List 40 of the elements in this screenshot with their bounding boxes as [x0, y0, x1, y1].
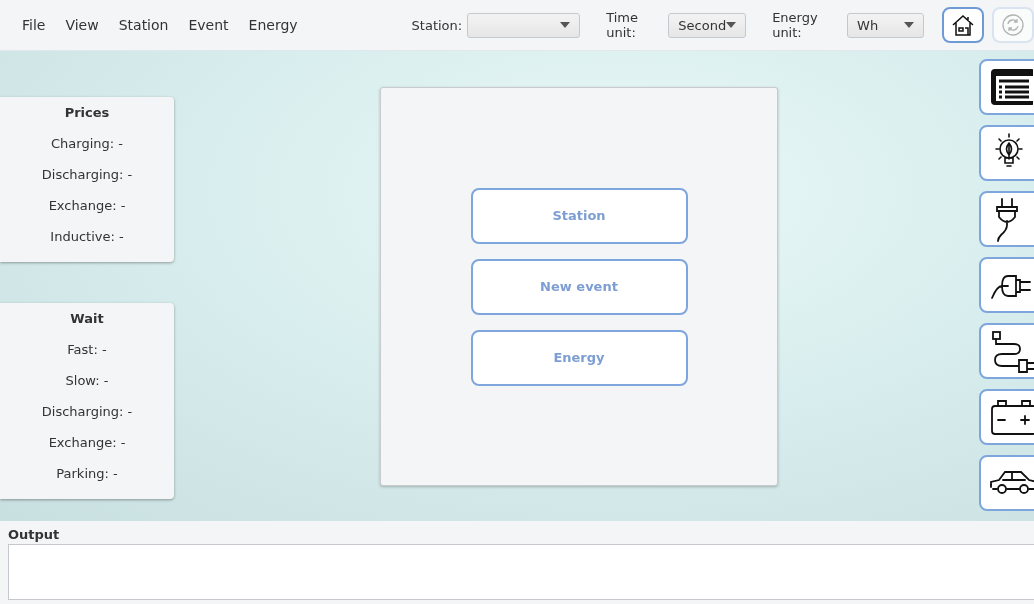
panel-row-text: Discharging: - — [41, 166, 133, 184]
list-icon — [989, 67, 1033, 107]
house-icon — [951, 13, 976, 37]
panel-row-text: Fast: - — [67, 341, 107, 359]
side-button[interactable] — [979, 323, 1034, 379]
dropdown[interactable]: Wh — [847, 12, 925, 38]
dropdown-label: Energy unit: — [772, 10, 819, 40]
caret-icon — [904, 22, 915, 28]
dropdown-label: Time unit: — [606, 10, 639, 40]
cable-icon — [989, 329, 1034, 373]
side-button[interactable] — [979, 59, 1034, 115]
side-button[interactable] — [979, 125, 1034, 181]
refresh-icon — [1001, 13, 1026, 37]
panel-row-text: Slow: - — [65, 372, 109, 390]
panel-title: Wait — [70, 310, 104, 328]
dropdown-label: Station: — [411, 17, 463, 33]
menu-item[interactable]: Event — [178, 17, 239, 33]
output-label: Output — [8, 527, 61, 542]
battery-icon — [989, 397, 1034, 437]
panel-row-text: Parking: - — [56, 465, 118, 483]
side-button[interactable] — [979, 257, 1034, 313]
dropdown[interactable]: Second — [668, 12, 747, 38]
menu-item[interactable]: File — [12, 17, 56, 33]
side-button[interactable] — [979, 455, 1034, 511]
caret-icon — [560, 22, 571, 28]
car-icon — [989, 469, 1034, 497]
menu-item[interactable]: Station — [108, 17, 179, 33]
home-button[interactable] — [942, 7, 985, 43]
panel-title: Prices — [64, 104, 110, 122]
side-button[interactable] — [979, 191, 1034, 247]
panel-row-text: Inductive: - — [50, 228, 124, 246]
menu-item[interactable]: Energy — [238, 17, 308, 33]
caret-icon — [726, 22, 737, 28]
panel-row-text: Exchange: - — [48, 434, 126, 452]
side-button[interactable] — [979, 389, 1034, 445]
output-field[interactable] — [8, 544, 1034, 600]
panel-row-text: Exchange: - — [48, 197, 126, 215]
panel-row-text: Discharging: - — [41, 403, 133, 421]
panel-row-text: Charging: - — [51, 135, 123, 153]
menu-item[interactable]: View — [55, 17, 109, 33]
